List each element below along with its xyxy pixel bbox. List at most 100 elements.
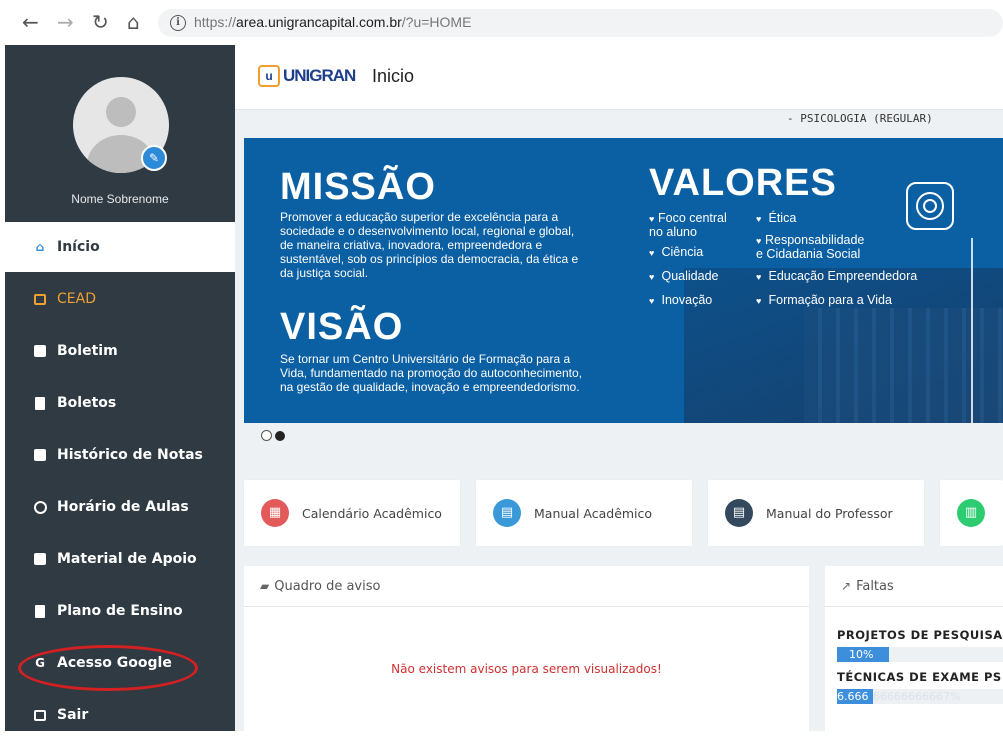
valor-item: ♥ Qualidade: [649, 269, 719, 283]
clock-icon: [33, 500, 47, 514]
card-manual-professor[interactable]: ▤ Manual do Professor: [708, 480, 924, 546]
user-name: Nome Sobrenome: [71, 192, 169, 206]
sidebar-item-boletos[interactable]: Boletos: [5, 378, 235, 428]
browser-toolbar: ← → ↻ ⌂ i https://area.unigrancapital.co…: [0, 0, 1003, 44]
sidebar-item-label: Plano de Ensino: [57, 603, 183, 619]
folder-icon: [33, 552, 47, 566]
missao-line: de maneira criativa, inovadora, empreend…: [280, 238, 543, 252]
book-icon: ▤: [493, 499, 521, 527]
page-title: Inicio: [372, 66, 415, 86]
visao-text: Se tornar um Centro Universitário de For…: [280, 352, 582, 394]
falta-progress-fill: 10%: [837, 647, 889, 662]
sidebar-item-sair[interactable]: Sair: [5, 690, 235, 740]
heart-icon: ♥: [756, 272, 762, 282]
main-content: - PSICOLOGIA (REGULAR) MISSÃO Promover a…: [235, 110, 1003, 731]
heart-icon: ♥: [649, 248, 655, 258]
missao-title: MISSÃO: [280, 166, 436, 208]
falta-progress-rest: 66666666667%: [873, 690, 961, 703]
building-image: [804, 308, 1003, 423]
carousel-dot-active[interactable]: [275, 431, 285, 441]
visao-line: Vida, fundamentado na promoção do autoco…: [280, 366, 582, 380]
panel-title: Faltas: [856, 578, 894, 594]
heart-icon: ♥: [756, 214, 762, 224]
valor-item: ♥ Ética: [756, 211, 797, 225]
card-manual-academico[interactable]: ▤ Manual Acadêmico: [476, 480, 692, 546]
visao-line: Se tornar um Centro Universitário de For…: [280, 352, 571, 366]
sidebar-item-label: Boletim: [57, 343, 118, 359]
sidebar-item-label: Material de Apoio: [57, 551, 197, 567]
valor-item: ♥ Responsabilidade e Cidadania Social: [756, 233, 865, 261]
sidebar-item-boletim[interactable]: Boletim: [5, 326, 235, 376]
home-icon[interactable]: ⌂: [127, 10, 140, 34]
falta-subject: PROJETOS DE PESQUISA: [837, 628, 1003, 642]
sidebar-item-label: Horário de Aulas: [57, 499, 189, 515]
missao-line: sociedade e o desenvolvimento local, reg…: [280, 224, 575, 238]
back-arrow-icon[interactable]: ←: [22, 10, 39, 34]
falta-progress: 10%: [837, 647, 1003, 662]
missao-line: Promover a educação superior de excelênc…: [280, 210, 559, 224]
sidebar-item-inicio[interactable]: ⌂ Início: [5, 222, 235, 272]
screen-icon: [33, 292, 47, 306]
sidebar-item-cead[interactable]: CEAD: [5, 274, 235, 324]
logo-text: UNIGRAN: [283, 66, 356, 85]
card-label: Manual Acadêmico: [534, 505, 653, 521]
heart-icon: ♥: [756, 296, 762, 306]
empty-message: Não existem avisos para serem visualizad…: [391, 662, 662, 676]
target-icon: [906, 182, 954, 230]
logo-mark: u: [258, 65, 280, 87]
sidebar-item-plano[interactable]: Plano de Ensino: [5, 586, 235, 636]
valor-item: ♥ Ciência: [649, 245, 704, 259]
valor-item: ♥ Educação Empreendedora: [756, 269, 918, 283]
sidebar: ✎ Nome Sobrenome ⌂ Início CEAD Boletim B…: [5, 45, 235, 731]
top-header: u UNIGRAN Inicio: [235, 45, 1003, 110]
trend-icon: ↗: [841, 579, 852, 593]
visao-line: na gestão de qualidade, inovação e empre…: [280, 380, 580, 394]
missao-text: Promover a educação superior de excelênc…: [280, 210, 578, 280]
card-label: Manual do Professor: [766, 505, 893, 521]
carousel-dot[interactable]: [261, 430, 272, 441]
highlight-circle: [18, 645, 198, 691]
sidebar-item-historico[interactable]: Histórico de Notas: [5, 430, 235, 480]
quadro-aviso-panel: ▰ Quadro de aviso Não existem avisos par…: [244, 566, 809, 731]
book-icon: [33, 604, 47, 618]
falta-subject: TÉCNICAS DE EXAME PS: [837, 670, 1002, 684]
card-label: Calendário Acadêmico: [302, 505, 442, 521]
avatar-head: [106, 97, 136, 127]
chart-icon: [33, 448, 47, 462]
document-icon: ▥: [957, 499, 985, 527]
home-icon: ⌂: [35, 240, 45, 254]
falta-progress: 6.666 66666666667%: [837, 689, 1003, 704]
faltas-panel: ↗ Faltas PROJETOS DE PESQUISA 10% TÉCNIC…: [825, 566, 1003, 731]
calendar-icon: ▦: [261, 499, 289, 527]
sidebar-item-material[interactable]: Material de Apoio: [5, 534, 235, 584]
unigran-logo[interactable]: u UNIGRAN: [258, 63, 356, 89]
url-text[interactable]: https://area.unigrancapital.com.br/?u=HO…: [194, 14, 471, 30]
card-partial[interactable]: ▥: [940, 480, 1003, 546]
sidebar-item-label: Início: [57, 239, 100, 255]
sidebar-item-label: Sair: [57, 707, 89, 723]
pencil-icon[interactable]: ✎: [141, 145, 167, 171]
banner-divider: [971, 238, 973, 423]
card-calendario[interactable]: ▦ Calendário Acadêmico: [244, 480, 460, 546]
banner-carousel[interactable]: MISSÃO Promover a educação superior de e…: [244, 138, 1003, 423]
heart-icon: ♥: [649, 272, 655, 282]
valor-item: ♥ Foco central no aluno: [649, 211, 727, 239]
course-name: - PSICOLOGIA (REGULAR): [787, 112, 933, 125]
forward-arrow-icon[interactable]: →: [57, 10, 74, 34]
valor-item: ♥ Inovação: [649, 293, 713, 307]
sidebar-item-horario[interactable]: Horário de Aulas: [5, 482, 235, 532]
panel-header: ▰ Quadro de aviso: [244, 566, 809, 607]
carousel-dots: [261, 426, 288, 445]
visao-title: VISÃO: [280, 306, 404, 348]
valores-title: VALORES: [649, 162, 837, 204]
info-icon[interactable]: i: [170, 15, 186, 31]
sidebar-item-label: Histórico de Notas: [57, 447, 203, 463]
reload-icon[interactable]: ↻: [92, 10, 109, 34]
falta-progress-fill: 6.666: [837, 689, 873, 704]
panel-title: Quadro de aviso: [274, 578, 381, 594]
missao-line: da justiça social.: [280, 266, 369, 280]
panel-header: ↗ Faltas: [825, 566, 1003, 607]
address-bar[interactable]: i https://area.unigrancapital.com.br/?u=…: [158, 9, 1003, 37]
sidebar-item-label: CEAD: [57, 291, 96, 307]
heart-icon: ♥: [649, 296, 655, 306]
